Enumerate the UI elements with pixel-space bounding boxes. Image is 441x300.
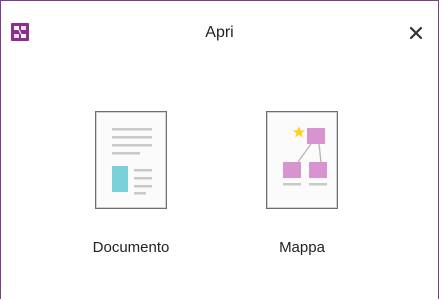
map-thumbnail-icon (266, 111, 338, 209)
document-option-label: Documento (92, 239, 170, 256)
open-document-option[interactable]: Documento (76, 111, 186, 256)
title-bar: Apri (1, 1, 438, 63)
dialog-title: Apri (205, 24, 234, 41)
open-dialog: Apri Documento Mappa (0, 0, 439, 299)
document-thumbnail-icon (95, 111, 167, 209)
open-map-option[interactable]: Mappa (247, 111, 357, 256)
close-button[interactable] (404, 21, 428, 45)
close-icon (409, 26, 423, 40)
map-option-label: Mappa (279, 239, 325, 256)
